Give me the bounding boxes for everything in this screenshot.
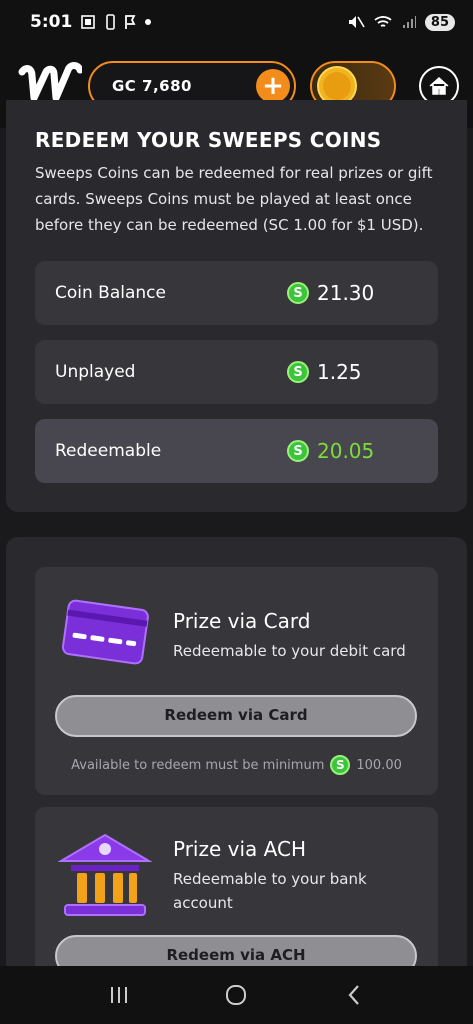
sweeps-coin-icon: S xyxy=(287,440,309,462)
system-nav-bar xyxy=(0,966,473,1024)
recent-apps-icon xyxy=(110,987,127,1003)
prize-ach-title: Prize via ACH xyxy=(173,837,306,861)
prize-card-title: Prize via Card xyxy=(173,609,311,633)
home-circle-icon xyxy=(226,985,247,1005)
back-chevron-icon xyxy=(348,985,359,1005)
dot-icon xyxy=(145,19,152,25)
unplayed-value: S 1.25 xyxy=(287,360,362,384)
battery-indicator: 85 xyxy=(424,13,455,31)
prize-ach-subtitle: Redeemable to your bank account xyxy=(173,870,367,912)
flag-icon xyxy=(125,15,136,29)
credit-card-icon xyxy=(61,599,149,665)
status-notification-icons xyxy=(80,14,152,30)
minimum-amount: 100.00 xyxy=(356,757,402,773)
coin-balance-value: S 21.30 xyxy=(287,281,374,305)
unplayed-label: Unplayed xyxy=(55,362,136,382)
phone-icon xyxy=(106,14,116,30)
home-nav-button[interactable] xyxy=(216,975,256,1015)
minimum-note-text: Available to redeem must be minimum xyxy=(71,757,325,773)
sweeps-coin-icon: S xyxy=(287,282,309,304)
home-icon xyxy=(429,76,449,95)
bank-icon xyxy=(57,833,153,916)
redeem-description: Sweeps Coins can be redeemed for real pr… xyxy=(35,164,433,234)
signal-icon xyxy=(402,16,416,28)
prizes-section: Prize via Card Redeemable to your debit … xyxy=(6,537,467,977)
redeemable-value: S 20.05 xyxy=(287,439,374,463)
recent-apps-button[interactable] xyxy=(99,975,139,1015)
prize-card-debit: Prize via Card Redeemable to your debit … xyxy=(35,567,438,795)
coin-balance-label: Coin Balance xyxy=(55,283,166,303)
gc-balance-text: GC 7,680 xyxy=(112,77,192,95)
mute-icon xyxy=(348,16,365,28)
status-bar: 5:01 85 xyxy=(0,0,473,44)
minimum-note: Available to redeem must be minimum S 10… xyxy=(35,755,438,775)
redeem-card-button[interactable]: Redeem via Card xyxy=(55,695,417,737)
wifi-icon xyxy=(374,16,392,27)
sweeps-coin-icon: S xyxy=(330,755,351,775)
coin-balance-amount: 21.30 xyxy=(317,281,375,305)
redeem-section: REDEEM YOUR SWEEPS COINS Sweeps Coins ca… xyxy=(6,100,467,512)
prize-card-subtitle: Redeemable to your debit card xyxy=(173,642,406,660)
redeemable-label: Redeemable xyxy=(55,441,162,461)
sweeps-coin-icon: S xyxy=(287,361,309,383)
add-coins-button[interactable]: + xyxy=(256,69,290,103)
back-nav-button[interactable] xyxy=(334,975,374,1015)
status-time: 5:01 xyxy=(30,12,73,32)
redeem-title: REDEEM YOUR SWEEPS COINS xyxy=(35,128,382,152)
redeemable-row: Redeemable S 20.05 xyxy=(35,419,438,483)
unplayed-amount: 1.25 xyxy=(317,360,362,384)
prize-card-ach: Prize via ACH Redeemable to your bank ac… xyxy=(35,807,438,977)
redeemable-amount: 20.05 xyxy=(317,439,375,463)
screenshot-icon xyxy=(81,15,96,29)
unplayed-row: Unplayed S 1.25 xyxy=(35,340,438,404)
coin-balance-row: Coin Balance S 21.30 xyxy=(35,261,438,325)
